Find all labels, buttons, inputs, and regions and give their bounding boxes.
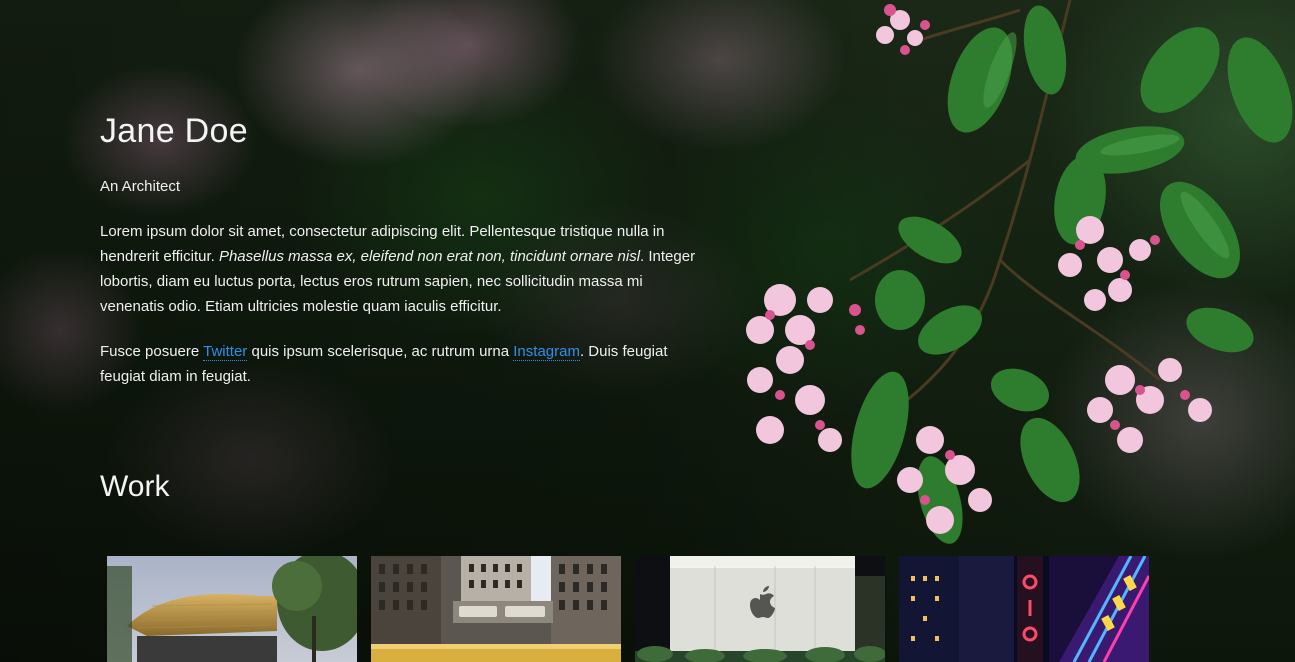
bio-italic-text: Phasellus massa ex, eleifend non erat no… xyxy=(218,248,641,265)
work-heading: Work xyxy=(100,470,170,503)
twitter-link[interactable]: Twitter xyxy=(203,343,248,361)
bio-text: Fusce posuere xyxy=(100,343,204,360)
flowering-branch-illustration xyxy=(746,0,1293,544)
apple-store-building-photo xyxy=(107,556,357,662)
profile-name: Jane Doe xyxy=(100,112,248,150)
neon-city-sign-photo xyxy=(899,556,1149,662)
apple-logo-building-photo xyxy=(635,556,885,662)
bio-text: quis ipsum scelerisque, ac rutrum urna xyxy=(247,343,514,360)
instagram-link[interactable]: Instagram xyxy=(513,343,580,361)
work-item-1[interactable] xyxy=(107,556,357,662)
profile-subtitle: An Architect xyxy=(100,178,181,195)
bio-paragraph-1: Lorem ipsum dolor sit amet, consectetur … xyxy=(100,219,710,319)
bio-paragraph-2: Fusce posuere Twitter quis ipsum sceleri… xyxy=(100,339,710,389)
chicago-tribune-building-photo xyxy=(371,556,621,662)
work-item-2[interactable] xyxy=(371,556,621,662)
work-item-4[interactable] xyxy=(899,556,1149,662)
work-gallery xyxy=(107,556,1149,662)
work-item-3[interactable] xyxy=(635,556,885,662)
